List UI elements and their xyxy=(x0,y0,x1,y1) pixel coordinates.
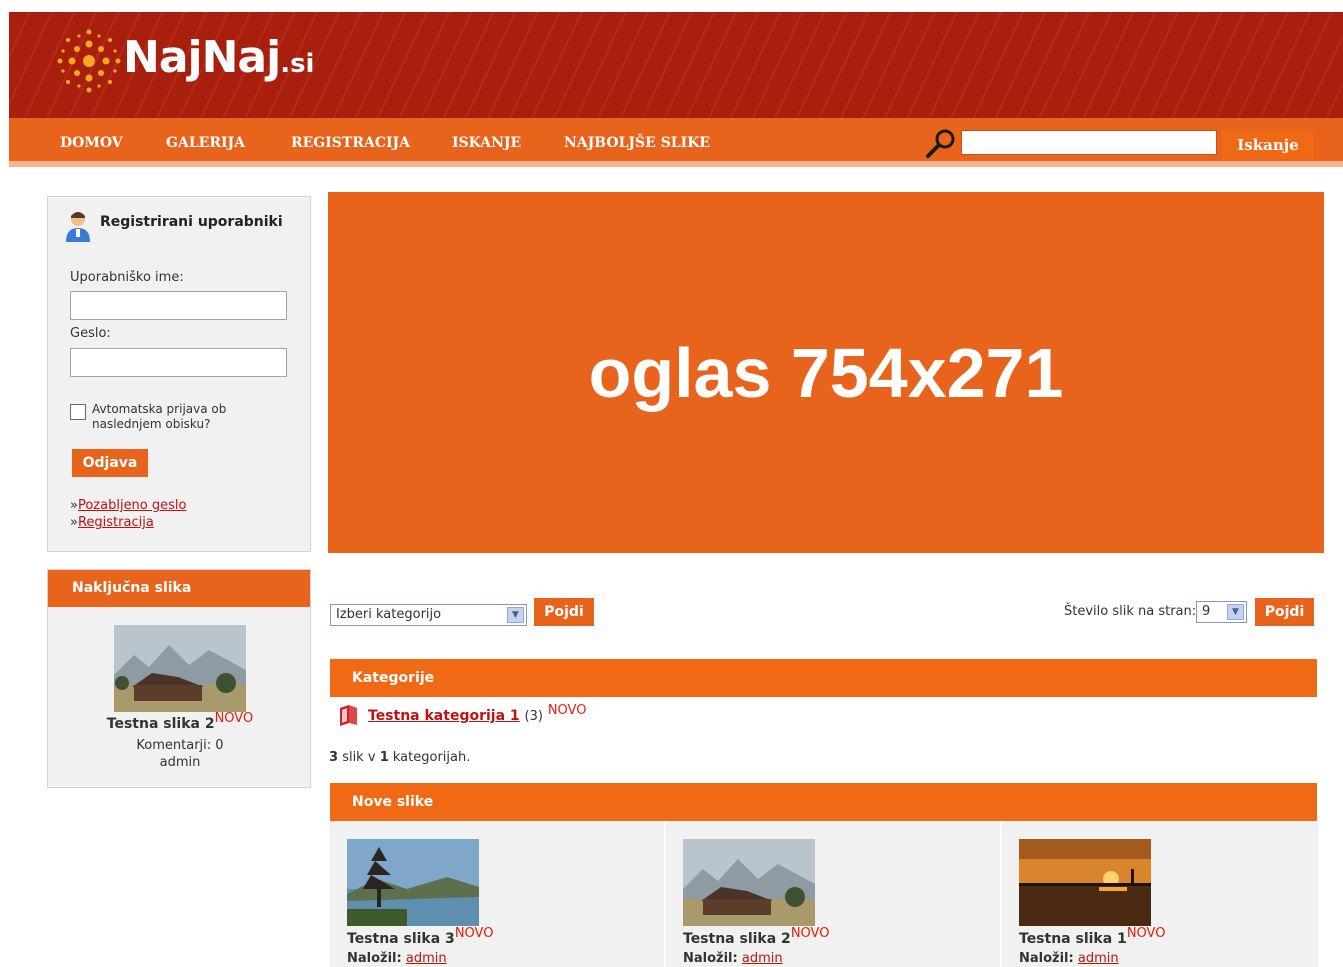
forgot-password-link[interactable]: Pozabljeno geslo xyxy=(78,498,187,513)
uploaded-by-label: Naložil: xyxy=(347,951,402,966)
gallery-stats: 3 slik v 1 kategorijah. xyxy=(329,750,470,765)
logo-main: NajNaj xyxy=(123,32,281,83)
stats-mid-text: slik v xyxy=(342,750,376,765)
new-images-header: Nove slike xyxy=(330,783,1317,821)
login-panel: Registrirani uporabniki Uporabniško ime:… xyxy=(47,196,311,552)
user-icon xyxy=(66,212,90,242)
random-image-panel: Naključna slika Testna slika 2NOVO Komen… xyxy=(47,569,311,788)
sun-logo-icon[interactable] xyxy=(49,26,129,96)
new-image-thumbnail[interactable] xyxy=(1019,839,1151,926)
new-images-grid: Testna slika 3NOVO Naložil: admin Testna… xyxy=(330,821,1318,967)
nav-item-najboljse-slike[interactable]: NAJBOLJŠE SLIKE xyxy=(564,135,710,151)
random-image-comments: Komentarji: 0 xyxy=(136,738,224,753)
stats-end-text: kategorijah. xyxy=(392,750,471,765)
new-image-uploader: Naložil: admin xyxy=(1019,951,1119,966)
remember-checkbox[interactable] xyxy=(70,404,86,420)
sunset-photo-icon xyxy=(1019,839,1151,926)
forgot-password-row: »Pozabljeno geslo xyxy=(70,498,186,513)
stats-category-count: 1 xyxy=(379,750,389,765)
new-image-thumbnail[interactable] xyxy=(683,839,815,926)
new-image-title[interactable]: Testna slika 3 xyxy=(347,931,455,947)
random-image-title[interactable]: Testna slika 2 xyxy=(107,716,215,732)
per-page-label: Število slik na stran: xyxy=(1064,604,1197,619)
site-logo-text[interactable]: NajNaj.si xyxy=(123,32,314,83)
uploader-link[interactable]: admin xyxy=(742,951,783,966)
category-item: Testna kategorija 1 (3) NOVO xyxy=(368,703,586,724)
link-bullet: » xyxy=(70,498,78,513)
username-label: Uporabniško ime: xyxy=(70,270,184,285)
site-header: NajNaj.si xyxy=(9,12,1343,118)
temple-photo-icon xyxy=(347,839,479,926)
new-image-title[interactable]: Testna slika 1 xyxy=(1019,931,1127,947)
category-count: (3) xyxy=(524,709,543,724)
category-select[interactable]: Izberi kategorijo ▼ xyxy=(330,604,527,626)
nav-item-galerija[interactable]: GALERIJA xyxy=(166,135,245,151)
password-field[interactable] xyxy=(70,348,287,377)
new-image-title[interactable]: Testna slika 2 xyxy=(683,931,791,947)
nav-item-registracija[interactable]: REGISTRACIJA xyxy=(291,135,410,151)
main-nav: DOMOV GALERIJA REGISTRACIJA ISKANJE NAJB… xyxy=(9,118,1343,167)
logo-suffix: .si xyxy=(280,49,315,79)
new-image-card: Testna slika 1NOVO Naložil: admin xyxy=(1019,821,1309,967)
new-image-thumbnail[interactable] xyxy=(347,839,479,926)
new-image-uploader: Naložil: admin xyxy=(347,951,447,966)
ad-banner[interactable]: oglas 754x271 xyxy=(328,192,1324,553)
password-label: Geslo: xyxy=(70,326,111,341)
random-image-caption: Testna slika 2NOVO xyxy=(48,711,312,732)
nav-item-domov[interactable]: DOMOV xyxy=(60,135,123,151)
novo-badge: NOVO xyxy=(454,926,494,941)
nav-item-iskanje[interactable]: ISKANJE xyxy=(452,135,521,151)
new-image-caption: Testna slika 1NOVO xyxy=(1019,926,1165,947)
per-page-select[interactable]: 9 ▼ xyxy=(1196,601,1247,623)
search-button[interactable]: Iskanje xyxy=(1222,131,1314,159)
novo-badge: NOVO xyxy=(1126,926,1166,941)
register-link[interactable]: Registracija xyxy=(78,515,154,530)
logout-button[interactable]: Odjava xyxy=(72,449,148,477)
category-link[interactable]: Testna kategorija 1 xyxy=(368,708,520,724)
search-input[interactable] xyxy=(961,130,1217,155)
search-icon xyxy=(926,129,955,158)
register-row: »Registracija xyxy=(70,515,154,530)
book-icon xyxy=(340,705,357,726)
username-field[interactable] xyxy=(70,291,287,320)
new-image-uploader: Naložil: admin xyxy=(683,951,783,966)
categories-header: Kategorije xyxy=(330,659,1317,697)
chevron-down-icon: ▼ xyxy=(507,607,524,623)
grid-divider xyxy=(664,821,666,967)
uploader-link[interactable]: admin xyxy=(406,951,447,966)
novo-badge: NOVO xyxy=(214,711,254,726)
novo-badge: NOVO xyxy=(790,926,830,941)
uploaded-by-label: Naložil: xyxy=(1019,951,1074,966)
chevron-down-icon: ▼ xyxy=(1227,604,1244,620)
stats-image-count: 3 xyxy=(329,750,339,765)
per-page-value: 9 xyxy=(1202,604,1211,619)
remember-label: Avtomatska prijava ob naslednjem obisku? xyxy=(92,402,227,431)
grid-divider xyxy=(1000,821,1002,967)
per-page-go-button[interactable]: Pojdi xyxy=(1255,598,1314,626)
random-image-author: admin xyxy=(159,755,201,770)
random-image-thumbnail[interactable] xyxy=(114,625,246,712)
new-image-card: Testna slika 3NOVO Naložil: admin xyxy=(347,821,647,967)
login-title: Registrirani uporabniki xyxy=(100,214,283,230)
link-bullet: » xyxy=(70,515,78,530)
random-image-header: Naključna slika xyxy=(48,570,310,607)
barn-photo-icon xyxy=(114,625,246,712)
new-image-card: Testna slika 2NOVO Naložil: admin xyxy=(683,821,983,967)
barn-photo-icon xyxy=(683,839,815,926)
new-image-caption: Testna slika 3NOVO xyxy=(347,926,493,947)
uploaded-by-label: Naložil: xyxy=(683,951,738,966)
novo-badge: NOVO xyxy=(547,703,587,718)
uploader-link[interactable]: admin xyxy=(1078,951,1119,966)
new-image-caption: Testna slika 2NOVO xyxy=(683,926,829,947)
category-select-value: Izberi kategorijo xyxy=(336,607,442,622)
category-go-button[interactable]: Pojdi xyxy=(534,598,594,626)
